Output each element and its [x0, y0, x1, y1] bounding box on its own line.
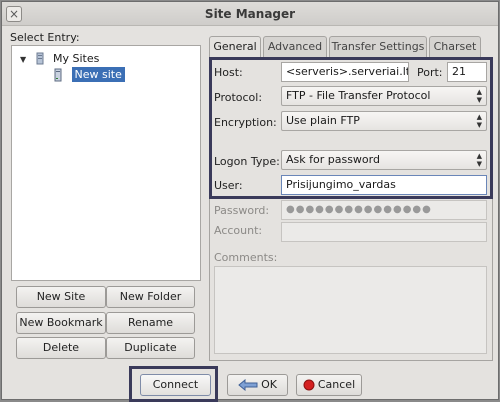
host-label: Host:: [214, 66, 243, 79]
ok-label: OK: [261, 378, 277, 391]
window-title: Site Manager: [204, 7, 296, 21]
tab-general[interactable]: General: [209, 36, 261, 58]
folder-server-icon: [36, 52, 43, 65]
protocol-label: Protocol:: [214, 91, 263, 104]
connect-button[interactable]: Connect: [140, 374, 211, 396]
rename-button[interactable]: Rename: [106, 312, 195, 334]
tab-charset[interactable]: Charset: [429, 36, 481, 57]
expand-arrow-icon[interactable]: ▼: [20, 52, 30, 68]
port-input[interactable]: 21: [447, 62, 487, 82]
logon-type-select[interactable]: Ask for password ▲ ▼: [281, 150, 487, 170]
select-entry-label: Select Entry:: [10, 31, 80, 44]
tree-item-label: My Sites: [53, 52, 100, 65]
user-input[interactable]: Prisijungimo_vardas: [281, 175, 487, 195]
port-label: Port:: [417, 66, 443, 79]
password-label: Password:: [214, 204, 270, 217]
ok-button[interactable]: OK: [227, 374, 288, 396]
duplicate-button[interactable]: Duplicate: [106, 337, 195, 359]
host-input[interactable]: <serveris>.serveriai.lt: [281, 62, 409, 82]
tab-advanced[interactable]: Advanced: [263, 36, 327, 57]
cancel-label: Cancel: [317, 378, 356, 391]
ok-arrow-icon: [238, 379, 258, 391]
password-input[interactable]: ●●●●●●●●●●●●●●●: [281, 200, 487, 220]
server-icon: [54, 68, 62, 82]
encryption-select[interactable]: Use plain FTP ▲ ▼: [281, 111, 487, 131]
updown-arrows-icon: ▲ ▼: [476, 88, 482, 104]
logon-type-label: Logon Type:: [214, 155, 280, 168]
comments-textarea[interactable]: [214, 266, 487, 354]
encryption-label: Encryption:: [214, 116, 277, 129]
new-bookmark-button[interactable]: New Bookmark: [16, 312, 106, 334]
protocol-value: FTP - File Transfer Protocol: [286, 89, 431, 102]
logon-type-value: Ask for password: [286, 153, 380, 166]
account-label: Account:: [214, 224, 263, 237]
cancel-button[interactable]: Cancel: [296, 374, 362, 396]
new-folder-button[interactable]: New Folder: [106, 286, 195, 308]
user-label: User:: [214, 179, 243, 192]
cancel-icon: [303, 379, 315, 391]
updown-arrows-icon: ▲ ▼: [476, 152, 482, 168]
protocol-select[interactable]: FTP - File Transfer Protocol ▲ ▼: [281, 86, 487, 106]
site-manager-window: × Site Manager Select Entry: ▼ My Sites …: [1, 1, 499, 402]
tree-item-label: New site: [71, 67, 125, 82]
new-site-button[interactable]: New Site: [16, 286, 106, 308]
updown-arrows-icon: ▲ ▼: [476, 113, 482, 129]
site-tree[interactable]: ▼ My Sites New site: [11, 45, 201, 281]
tab-transfer-settings[interactable]: Transfer Settings: [329, 36, 427, 57]
delete-button[interactable]: Delete: [16, 337, 106, 359]
encryption-value: Use plain FTP: [286, 114, 360, 127]
account-input[interactable]: [281, 222, 487, 242]
comments-label: Comments:: [214, 251, 278, 264]
tree-item-new-site[interactable]: New site: [52, 67, 125, 83]
tree-item-my-sites[interactable]: ▼ My Sites: [20, 51, 99, 67]
title-bar: × Site Manager: [2, 2, 498, 26]
